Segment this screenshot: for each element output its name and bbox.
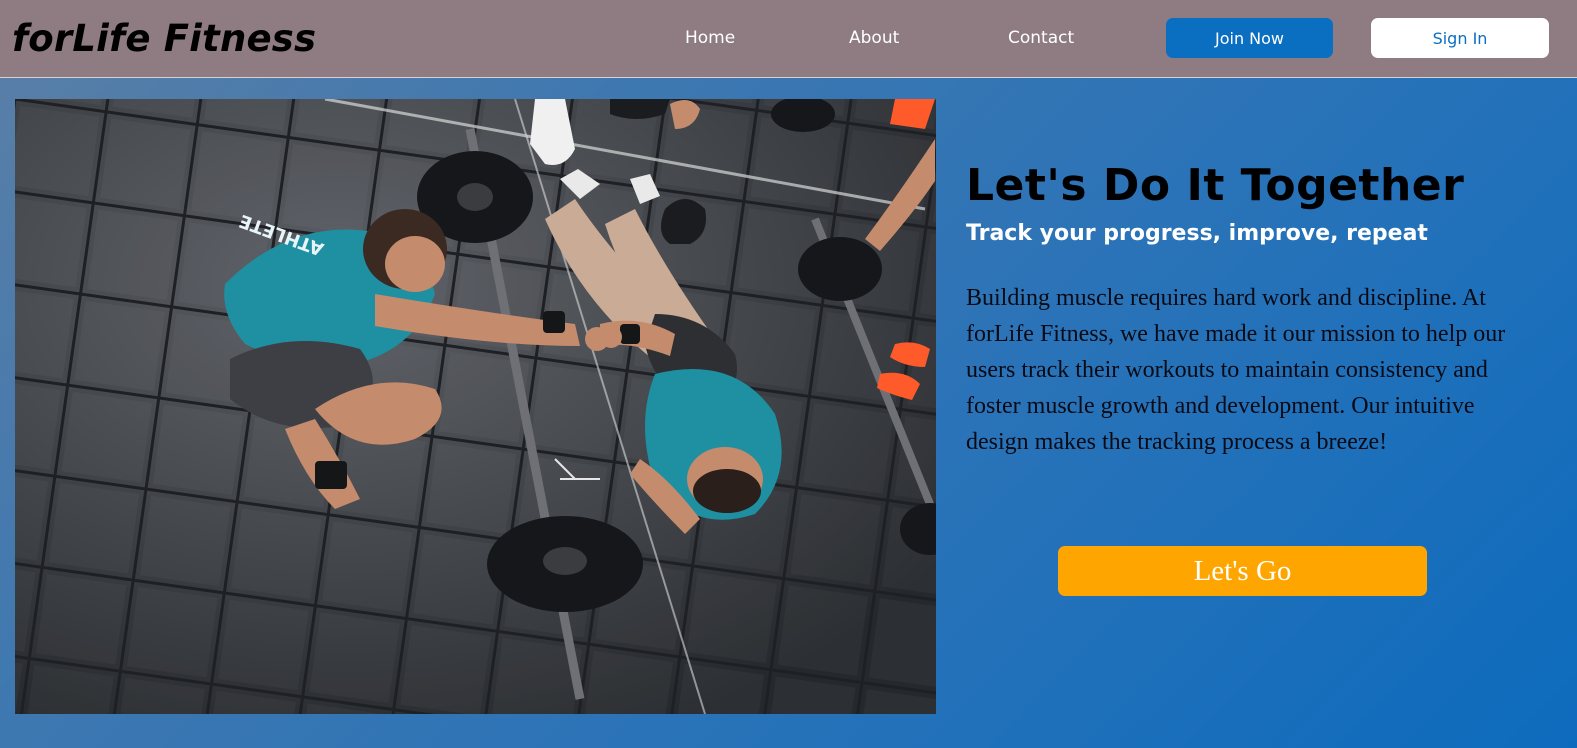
lets-go-button[interactable]: Let's Go: [1058, 546, 1427, 596]
hero-title: Let's Do It Together: [966, 160, 1465, 211]
hero-image: ATHLETE: [15, 99, 936, 714]
join-now-button[interactable]: Join Now: [1166, 18, 1333, 58]
nav-link-home[interactable]: Home: [685, 26, 735, 50]
nav-link-about[interactable]: About: [849, 26, 899, 50]
navbar: forLife Fitness Home About Contact Join …: [0, 0, 1577, 78]
nav-link-contact[interactable]: Contact: [1008, 26, 1074, 50]
brand-logo[interactable]: forLife Fitness: [12, 14, 316, 64]
sign-in-button[interactable]: Sign In: [1371, 18, 1549, 58]
hero-description: Building muscle requires hard work and d…: [966, 285, 1506, 455]
hero-subtitle: Track your progress, improve, repeat: [966, 221, 1428, 246]
